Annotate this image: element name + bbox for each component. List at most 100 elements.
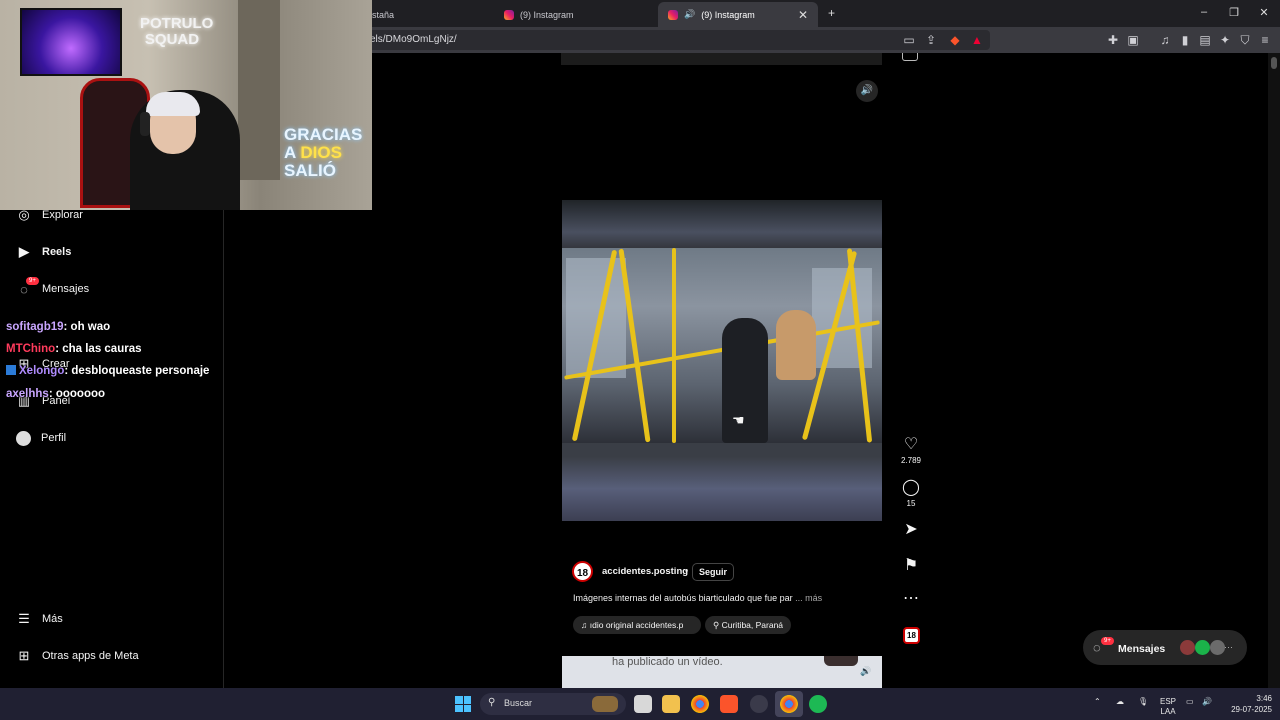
author-username[interactable]: accidentes.posting — [602, 566, 688, 577]
chat-text: : desbloqueaste personaje — [64, 365, 210, 377]
chat-user: MTChino — [6, 343, 56, 355]
address-bar[interactable]: els/DMo9OmLgNjz/ — [360, 30, 990, 50]
meta-apps-icon: ⊞ — [18, 648, 30, 663]
menu-icon[interactable]: ≡ — [1258, 33, 1272, 47]
speaker-icon[interactable]: 🔊 — [860, 666, 871, 677]
network-icon[interactable]: ▭ — [1186, 697, 1194, 707]
extensions-icon[interactable]: ✚ — [1106, 33, 1120, 47]
volume-icon[interactable]: 🔊 — [1202, 697, 1212, 707]
search-placeholder: Buscar — [504, 698, 533, 708]
scrollbar[interactable] — [1268, 53, 1280, 688]
reel-video-frame[interactable] — [562, 248, 882, 443]
chat-user: axelhhs — [6, 388, 49, 400]
chrome-icon[interactable] — [780, 695, 798, 713]
audio-thumbnail[interactable]: 18 — [903, 627, 920, 644]
passenger-figure — [722, 318, 768, 443]
caption-text: Imágenes internas del autobús biarticula… — [573, 593, 793, 603]
wallet-icon[interactable]: ▤ — [1198, 33, 1212, 47]
messages-badge: 9+ — [26, 277, 39, 285]
taskbar-clock[interactable]: 3:46 29-07-2025 — [1222, 693, 1272, 715]
chat-badge-icon — [6, 365, 16, 375]
url-text: els/DMo9OmLgNjz/ — [370, 34, 457, 45]
nav-perfil[interactable]: Perfil — [16, 428, 66, 448]
tab-label: (9) Instagram — [701, 9, 755, 20]
next-reel-preview[interactable]: ha publicado un vídeo. 🔊 — [562, 656, 882, 688]
reel-caption[interactable]: Imágenes internas del autobús biarticula… — [573, 593, 822, 603]
avatar-icon — [16, 430, 31, 446]
screenshot-icon[interactable]: ▣ — [1126, 33, 1140, 47]
taskbar-search[interactable]: ⚲ Buscar — [480, 693, 626, 715]
like-icon[interactable]: ♡ — [898, 434, 924, 454]
minimize-button[interactable]: – — [1194, 6, 1214, 18]
windows-start-icon[interactable] — [455, 696, 471, 712]
tray-chevron-icon[interactable]: ⌃ — [1094, 697, 1101, 707]
previous-reel-edge — [561, 53, 882, 65]
nav-otras-apps[interactable]: ⊞ Otras apps de Meta — [16, 646, 139, 666]
neon-line-3: SALIÓ — [284, 161, 336, 180]
chat-text: : ooooooo — [48, 388, 106, 400]
instagram-icon — [668, 9, 678, 20]
lang-line-2: LAA — [1160, 707, 1176, 716]
media-icon[interactable]: ♫ — [1158, 33, 1172, 47]
mic-icon[interactable]: 🎙 — [1138, 697, 1148, 707]
file-explorer-icon[interactable] — [662, 695, 680, 713]
share-icon[interactable]: ⇪ — [924, 33, 938, 47]
location-chip[interactable]: ⚲ Curitiba, Paraná — [705, 616, 792, 634]
nav-mas[interactable]: ☰ Más — [16, 609, 63, 629]
search-highlight-icon — [592, 696, 618, 712]
streamer-hair — [146, 92, 200, 116]
maximize-button[interactable]: ❐ — [1224, 6, 1244, 19]
close-window-button[interactable]: ✕ — [1254, 6, 1274, 19]
prev-comment-icon[interactable] — [902, 53, 918, 61]
more-link[interactable]: ... más — [795, 593, 822, 603]
share-icon[interactable]: ➤ — [898, 519, 924, 539]
brave-rewards-icon[interactable]: ▲ — [970, 33, 984, 47]
more-avatars-icon: ⋯ — [1224, 642, 1233, 652]
scrollbar-thumb[interactable] — [1271, 57, 1277, 69]
messenger-icon: ◌ — [1093, 640, 1101, 655]
brave-icon[interactable] — [720, 695, 738, 713]
leo-ai-icon[interactable]: ✦ — [1218, 33, 1232, 47]
follow-button[interactable]: Seguir — [692, 563, 735, 581]
obs-icon[interactable] — [750, 695, 768, 713]
chrome-icon[interactable] — [691, 695, 709, 713]
speaker-icon: 🔊 — [684, 9, 696, 19]
browser-tab-3-active[interactable]: 🔊 (9) Instagram ✕ — [658, 2, 818, 27]
speaker-icon: 🔊 — [860, 85, 874, 96]
music-icon: ♫ — [581, 620, 588, 630]
brave-shield-icon[interactable]: ◆ — [948, 33, 962, 47]
cloud-icon[interactable]: ☁ — [1116, 697, 1124, 707]
door — [238, 0, 280, 180]
webcam-overlay: POTRULO SQUAD GRACIAS A DIOS SALIÓ — [0, 0, 372, 210]
tab-close-icon[interactable]: ✕ — [798, 8, 808, 22]
new-tab-button[interactable]: + — [828, 6, 835, 20]
reels-icon: ▶ — [19, 244, 29, 259]
location-pin-icon: ⚲ — [713, 620, 720, 630]
next-reel-thumb — [824, 656, 858, 666]
nav-label: Otras apps de Meta — [42, 650, 139, 662]
language-indicator[interactable]: ESP LAA — [1160, 697, 1176, 717]
neon-dios: DIOS — [300, 143, 342, 162]
neon-a: A — [284, 143, 296, 162]
nav-reels[interactable]: ▶ Reels — [16, 242, 71, 262]
cast-icon[interactable]: ▭ — [902, 33, 916, 47]
save-icon[interactable]: ⚑ — [898, 555, 924, 575]
author-avatar[interactable]: 18 — [572, 561, 593, 582]
messenger-icon: ◌ 9+ — [16, 277, 39, 297]
spotify-icon[interactable] — [809, 695, 827, 713]
nav-explorar[interactable]: ◎ Explorar — [16, 205, 83, 225]
browser-tab-2[interactable]: (9) Instagram — [494, 2, 654, 27]
task-view-icon[interactable] — [634, 695, 652, 713]
passenger-figure — [776, 310, 816, 380]
audio-chip[interactable]: ♫ ıdio original accidentes.p — [573, 616, 701, 634]
nav-mensajes[interactable]: ◌ 9+ Mensajes — [16, 277, 89, 299]
more-options-icon[interactable]: ⋯ — [898, 588, 924, 608]
chat-user: Xelongo — [19, 365, 65, 377]
comment-icon[interactable]: ◯ — [898, 477, 924, 497]
mute-button[interactable]: 🔊 — [856, 80, 878, 102]
audio-label: ıdio original accidentes.p — [589, 620, 684, 630]
sidebar-icon[interactable]: ▮ — [1178, 33, 1192, 47]
bus-pole — [672, 248, 676, 443]
vpn-icon[interactable]: ⛉ — [1238, 33, 1252, 47]
clock-date: 29-07-2025 — [1231, 705, 1272, 714]
